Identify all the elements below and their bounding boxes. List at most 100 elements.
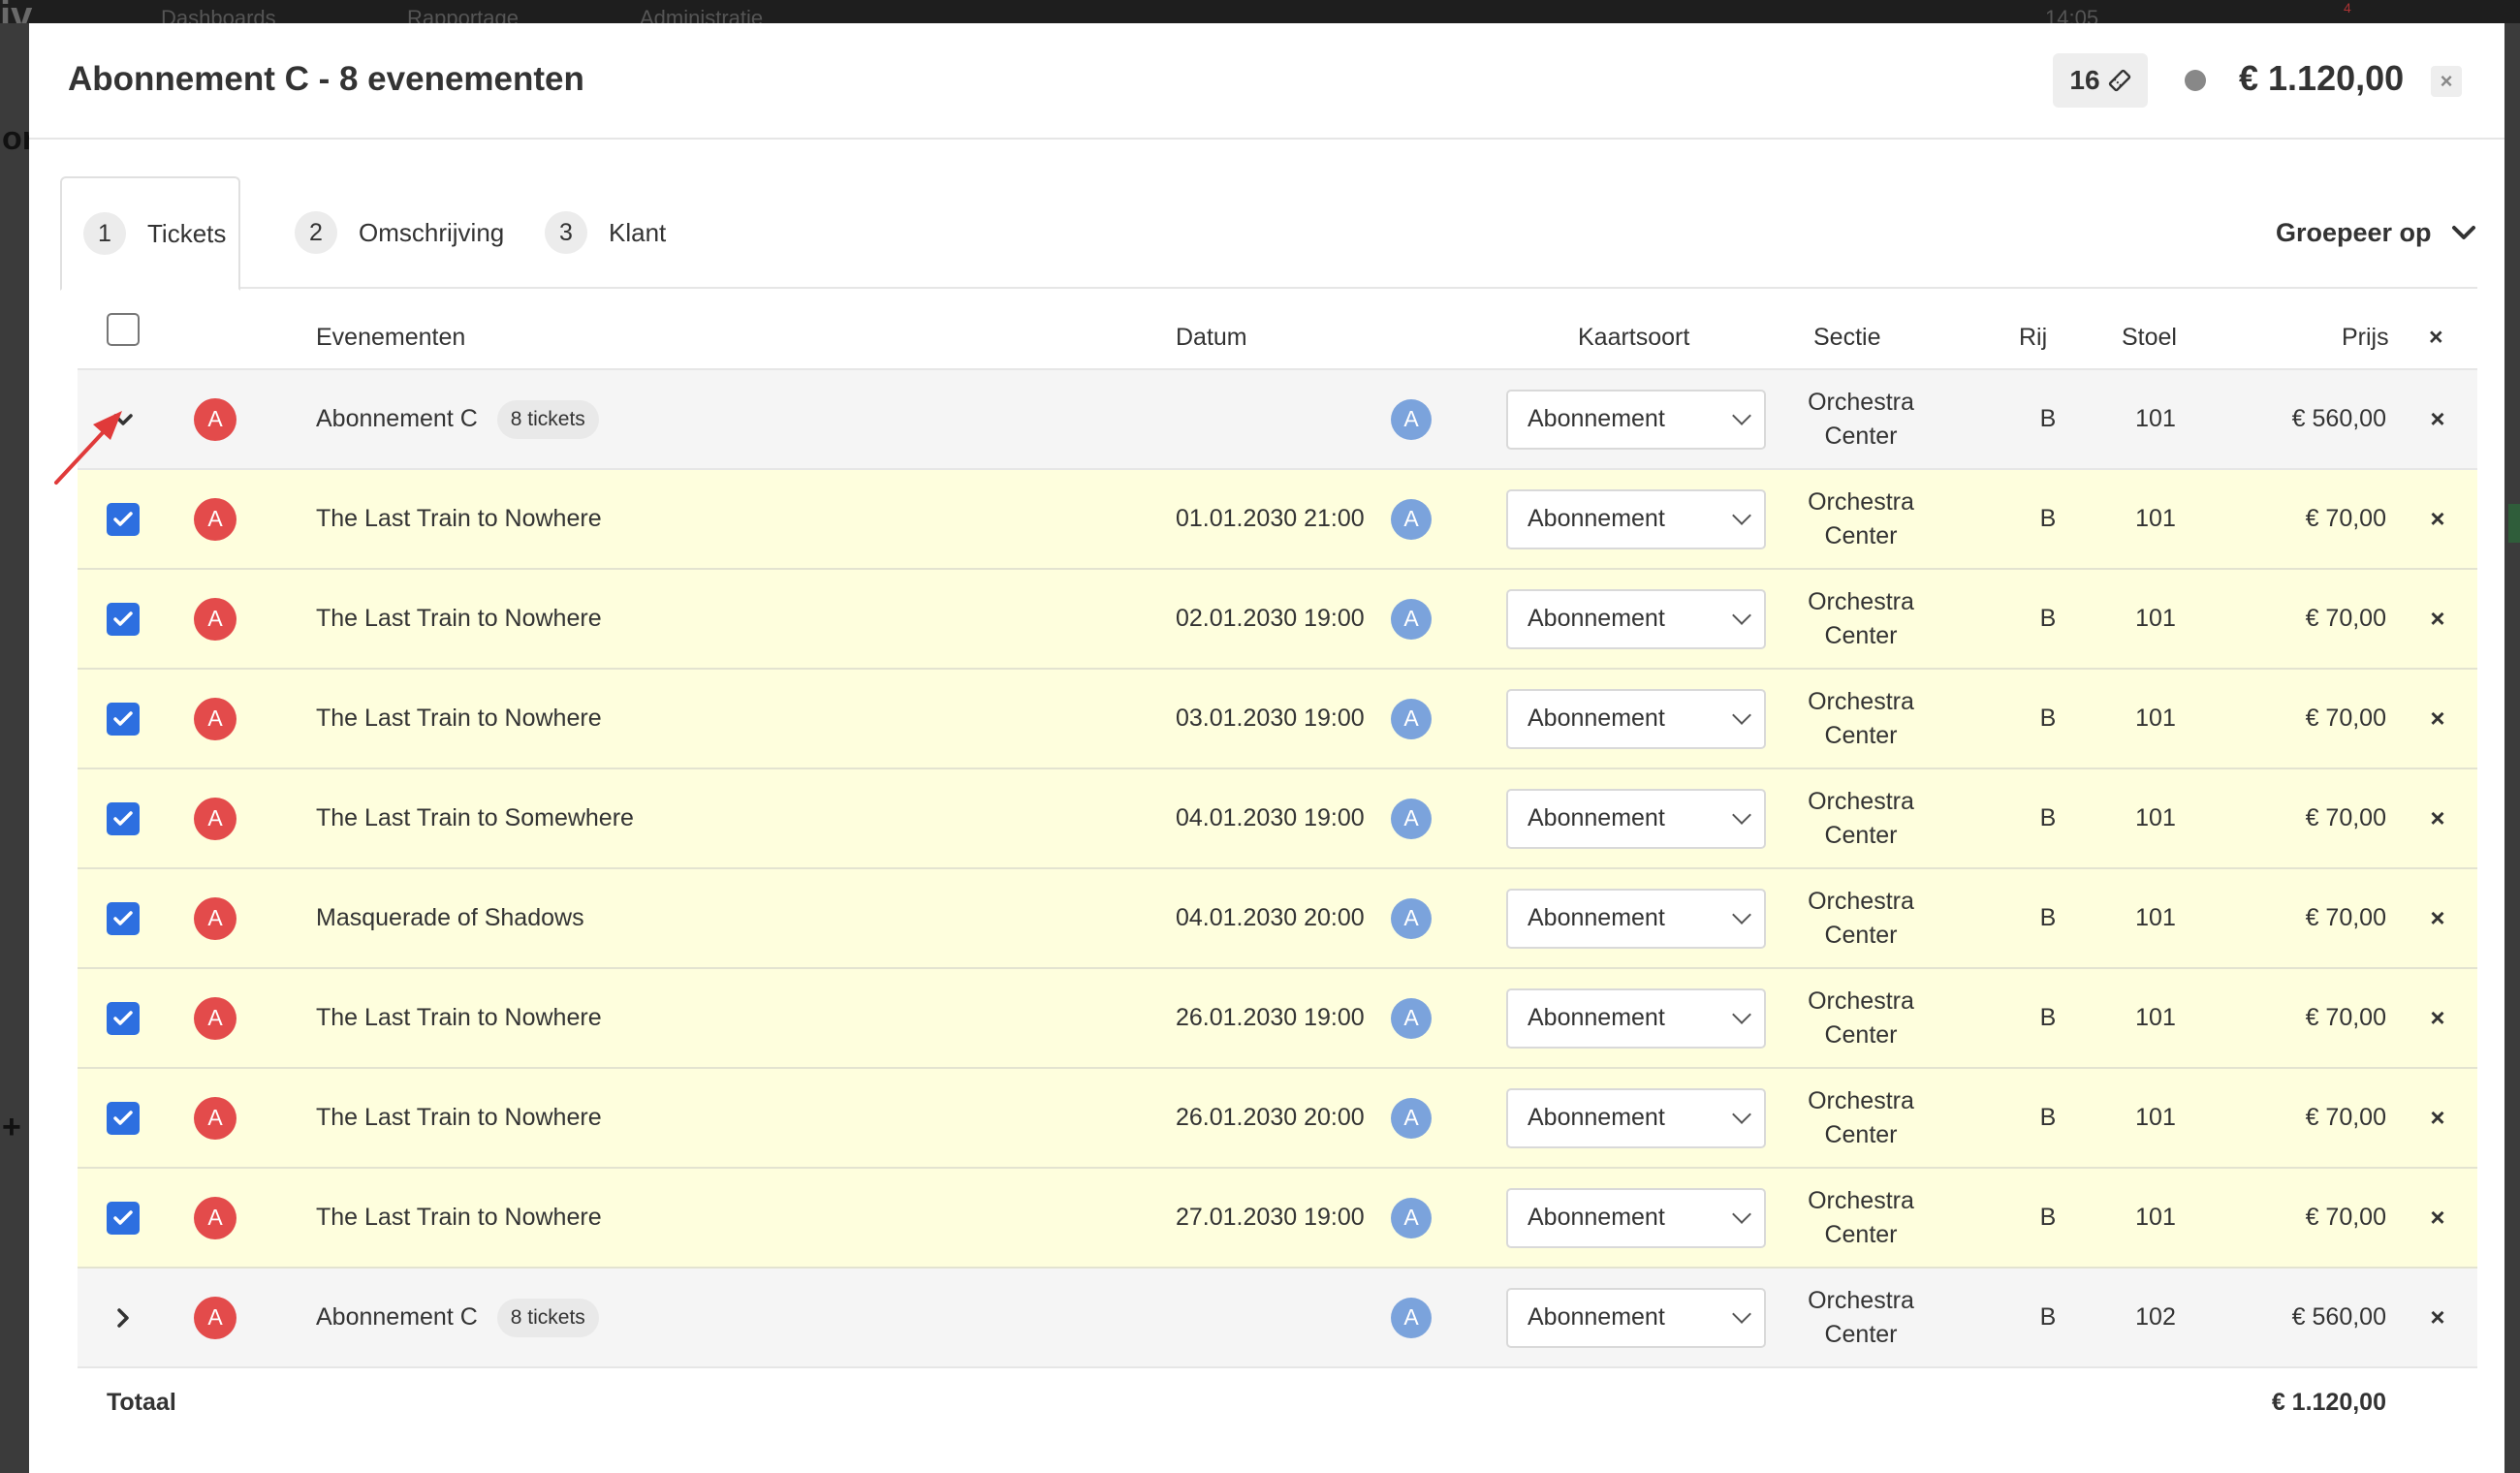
table-row[interactable]: A The Last Train to Nowhere 26.01.2030 19:… (78, 969, 2477, 1069)
header-seat: Stoel (2122, 324, 2177, 351)
row-checkbox[interactable] (107, 901, 140, 935)
remove-button[interactable]: × (2423, 769, 2452, 867)
event-name: The Last Train to Nowhere (316, 705, 602, 732)
table-row[interactable]: A The Last Train to Somewhere 04.01.2030 1… (78, 769, 2477, 869)
tab-klant[interactable]: 3 Klant (523, 176, 666, 289)
price: € 70,00 (2305, 605, 2386, 632)
header-price: Prijs (2342, 324, 2389, 351)
rep-avatar: A (1391, 370, 1432, 468)
select-all-cell (107, 291, 140, 368)
row-checkbox[interactable] (107, 801, 140, 835)
group-row[interactable]: A Abonnement C 8 tickets A Abonnement Or… (78, 370, 2477, 470)
ticket-type-cell: Abonnement (1506, 1269, 1766, 1366)
select-all-checkbox[interactable] (107, 313, 140, 346)
checkmark-icon (113, 710, 133, 726)
remove-button[interactable]: × (2423, 570, 2452, 668)
header-total: € 1.120,00 (2239, 58, 2405, 98)
row-select-cell (107, 470, 140, 568)
row-checkbox[interactable] (107, 502, 140, 536)
ticket-type-select[interactable]: Abonnement (1506, 888, 1766, 949)
order-modal: Abonnement C - 8 evenementen 16 € 1.120,… (29, 23, 2504, 1473)
modal-title: Abonnement C - 8 evenementen (68, 60, 584, 98)
group-by-dropdown[interactable]: Groepeer op (2276, 176, 2476, 289)
row-checkbox[interactable] (107, 602, 140, 636)
price: € 70,00 (2305, 1204, 2386, 1231)
chevron-down-icon (1732, 1104, 1751, 1124)
ticket-type-value: Abonnement (1528, 705, 1665, 732)
event-date: 03.01.2030 19:00 (1176, 705, 1365, 732)
tab-number: 1 (83, 212, 126, 255)
tab-number: 3 (545, 211, 587, 254)
price: € 70,00 (2305, 1104, 2386, 1131)
ticket-type-select[interactable]: Abonnement (1506, 1187, 1766, 1248)
rep-avatar-badge: A (1391, 997, 1432, 1039)
remove-button[interactable]: × (2423, 370, 2452, 468)
remove-button[interactable]: × (2423, 1269, 2452, 1366)
ticket-type-select[interactable]: Abonnement (1506, 1087, 1766, 1148)
seat-number: 101 (2135, 1204, 2176, 1231)
ticket-type-select[interactable]: Abonnement (1506, 788, 1766, 849)
remove-all-button[interactable]: × (2429, 324, 2443, 352)
event-name: The Last Train to Somewhere (316, 804, 634, 831)
row-number: B (2039, 705, 2057, 732)
ticket-count-pill: 8 tickets (496, 399, 599, 439)
remove-button[interactable]: × (2423, 670, 2452, 768)
row-number: B (2039, 1104, 2057, 1131)
ticket-type-select[interactable]: Abonnement (1506, 588, 1766, 649)
event-date: 26.01.2030 20:00 (1176, 1104, 1365, 1131)
tab-omschrijving[interactable]: 2 Omschrijving (273, 176, 504, 289)
ticket-type-select[interactable]: Abonnement (1506, 688, 1766, 749)
ticket-type-select[interactable]: Abonnement (1506, 987, 1766, 1049)
chevron-down-icon (2451, 226, 2475, 239)
close-button[interactable]: × (2431, 66, 2462, 97)
avatar-badge: A (194, 996, 236, 1040)
row-select-cell (107, 969, 140, 1067)
ticket-count-pill: 8 tickets (496, 1298, 599, 1337)
ticket-type-select[interactable]: Abonnement (1506, 1287, 1766, 1348)
avatar: A (194, 1069, 236, 1167)
price: € 560,00 (2291, 405, 2386, 432)
row-checkbox[interactable] (107, 702, 140, 736)
chevron-down-icon (113, 413, 133, 425)
group-row[interactable]: A Abonnement C 8 tickets A Abonnement Or… (78, 1269, 2477, 1368)
table-row[interactable]: A The Last Train to Nowhere 01.01.2030 21:… (78, 470, 2477, 570)
row-checkbox[interactable] (107, 1201, 140, 1235)
ticket-count-badge: 16 (2053, 53, 2148, 108)
avatar-badge: A (194, 597, 236, 641)
chevron-down-icon (1732, 904, 1751, 925)
table-row[interactable]: A The Last Train to Nowhere 03.01.2030 19:… (78, 670, 2477, 769)
expand-toggle[interactable] (107, 1269, 140, 1366)
remove-button[interactable]: × (2423, 1169, 2452, 1267)
collapse-toggle[interactable] (107, 370, 140, 468)
avatar-badge: A (194, 1296, 236, 1339)
table-header: Evenementen Datum Kaartsoort Sectie Rij … (78, 291, 2477, 370)
table-row[interactable]: A The Last Train to Nowhere 02.01.2030 19:… (78, 570, 2477, 670)
section: Orchestra Center (1808, 787, 1914, 849)
ticket-type-select[interactable]: Abonnement (1506, 389, 1766, 450)
row-select-cell (107, 769, 140, 867)
table-row[interactable]: A Masquerade of Shadows 04.01.2030 20:00 A A… (78, 869, 2477, 969)
tab-label: Tickets (147, 218, 227, 248)
row-select-cell (107, 670, 140, 768)
remove-button[interactable]: × (2423, 470, 2452, 568)
row-checkbox[interactable] (107, 1001, 140, 1035)
tab-tickets[interactable]: 1 Tickets (60, 176, 240, 291)
table-row[interactable]: A The Last Train to Nowhere 26.01.2030 20:… (78, 1069, 2477, 1169)
remove-button[interactable]: × (2423, 869, 2452, 967)
avatar-badge: A (194, 797, 236, 840)
group-name: Abonnement C (316, 405, 478, 432)
table-row[interactable]: A The Last Train to Nowhere 27.01.2030 19:… (78, 1169, 2477, 1269)
checkmark-icon (113, 910, 133, 925)
price: € 70,00 (2305, 1004, 2386, 1031)
ticket-type-select[interactable]: Abonnement (1506, 488, 1766, 549)
ticket-type-value: Abonnement (1528, 804, 1665, 831)
rep-avatar-badge: A (1391, 897, 1432, 939)
ticket-type-value: Abonnement (1528, 1303, 1665, 1331)
rep-avatar: A (1391, 1269, 1432, 1366)
ticket-type-value: Abonnement (1528, 1104, 1665, 1131)
section: Orchestra Center (1808, 987, 1914, 1049)
event-name: The Last Train to Nowhere (316, 1104, 602, 1131)
remove-button[interactable]: × (2423, 969, 2452, 1067)
remove-button[interactable]: × (2423, 1069, 2452, 1167)
row-checkbox[interactable] (107, 1101, 140, 1135)
